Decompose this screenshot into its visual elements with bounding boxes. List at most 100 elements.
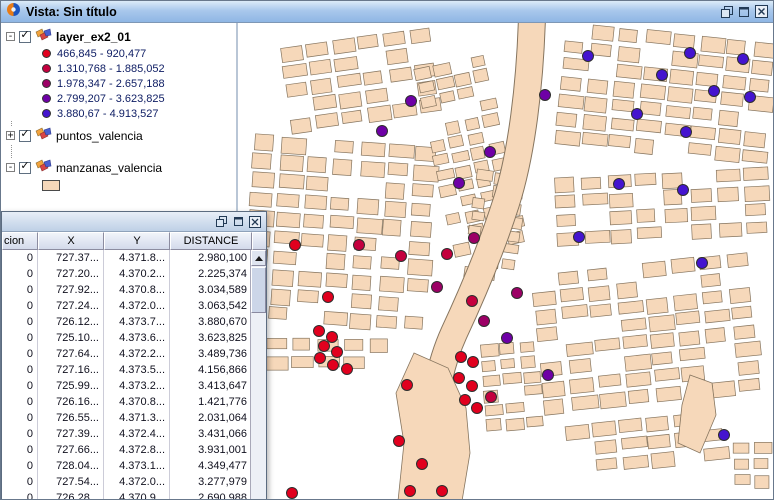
map-point (454, 373, 465, 384)
layer-name[interactable]: manzanas_valencia (56, 161, 162, 175)
legend-symbol-icon (42, 49, 51, 58)
table-row[interactable]: 0727.92...4.370.8...3.034,589 (2, 282, 250, 298)
table-row[interactable]: 0725.10...4.373.6...3.623,825 (2, 330, 250, 346)
expand-icon[interactable]: + (6, 131, 15, 140)
table-cell: 0 (2, 426, 38, 442)
scrollbar-thumb[interactable] (251, 267, 266, 313)
table-titlebar[interactable] (2, 212, 266, 232)
table-row[interactable]: 0727.39...4.372.4...3.431,066 (2, 426, 250, 442)
table-cell: 4.372.4... (104, 426, 170, 442)
table-row[interactable]: 0726.12...4.373.7...3.880,670 (2, 314, 250, 330)
table-scrollbar[interactable] (250, 250, 266, 500)
map-point (657, 70, 668, 81)
table-restore-button[interactable] (214, 215, 228, 229)
close-button[interactable] (754, 5, 768, 19)
check-icon: ✓ (20, 30, 29, 41)
layer-visibility-checkbox[interactable]: ✓ (19, 162, 31, 174)
table-cell: 727.39... (38, 426, 104, 442)
legend-item[interactable]: 3.880,67 - 4.913,527 (1, 106, 236, 121)
collapse-icon[interactable]: - (6, 32, 15, 41)
map-point (394, 436, 405, 447)
legend-item[interactable]: 2.799,207 - 3.623,825 (1, 91, 236, 106)
layer-visibility-checkbox[interactable]: ✓ (19, 130, 31, 142)
restore-button[interactable] (720, 5, 734, 19)
legend-symbol-icon (42, 64, 51, 73)
map-point (486, 392, 497, 403)
scroll-up-button[interactable] (251, 250, 266, 266)
map-point (681, 127, 692, 138)
layer-name[interactable]: puntos_valencia (56, 129, 143, 143)
table-cell: 725.99... (38, 378, 104, 394)
table-row[interactable]: 0727.16...4.373.5...4.156,866 (2, 362, 250, 378)
table-cell: 4.373.7... (104, 314, 170, 330)
map-point (472, 403, 483, 414)
view-window-titlebar[interactable]: Vista: Sin título (1, 1, 773, 23)
table-cell: 0 (2, 314, 38, 330)
map-point (342, 364, 353, 375)
map-point (319, 341, 330, 352)
table-cell: 0 (2, 394, 38, 410)
map-canvas[interactable] (238, 23, 773, 500)
table-cell: 727.24... (38, 298, 104, 314)
legend-item[interactable]: 1.978,347 - 2.657,188 (1, 76, 236, 91)
map-point (685, 48, 696, 59)
legend-item[interactable]: 466,845 - 920,477 (1, 46, 236, 61)
table-cell: 725.10... (38, 330, 104, 346)
map-point (614, 179, 625, 190)
maximize-button[interactable] (737, 5, 751, 19)
table-cell: 3.623,825 (170, 330, 250, 346)
map-point (709, 86, 720, 97)
table-cell: 0 (2, 298, 38, 314)
table-row[interactable]: 0726.28...4.370.9...2.690,988 (2, 490, 250, 500)
table-cell: 0 (2, 378, 38, 394)
table-row[interactable]: 0726.16...4.370.8...1.421,776 (2, 394, 250, 410)
map-point (632, 109, 643, 120)
map-view[interactable] (238, 23, 773, 500)
map-point (323, 292, 334, 303)
table-row[interactable]: 0727.37...4.371.8...2.980,100 (2, 250, 250, 266)
legend-item[interactable] (1, 177, 236, 193)
column-header-Y[interactable]: Y (104, 232, 170, 250)
table-row[interactable]: 0727.54...4.372.0...3.277,979 (2, 474, 250, 490)
toc-tree: -✓layer_ex2_01466,845 - 920,4771.310,768… (1, 27, 236, 193)
legend-range-label: 1.978,347 - 2.657,188 (57, 78, 165, 90)
table-row[interactable]: 0727.20...4.370.2...2.225,374 (2, 266, 250, 282)
map-point (437, 486, 448, 497)
legend-item[interactable]: 1.310,768 - 1.885,052 (1, 61, 236, 76)
map-point (315, 353, 326, 364)
layer-row-layer_ex2_01[interactable]: -✓ layer_ex2_01 (1, 27, 236, 46)
table-cell: 727.16... (38, 362, 104, 378)
table-cell: 3.880,670 (170, 314, 250, 330)
table-cell: 2.980,100 (170, 250, 250, 266)
layer-row-manzanas_valencia[interactable]: -✓ manzanas_valencia (1, 158, 236, 177)
column-header-X[interactable]: X (38, 232, 104, 250)
table-cell: 3.063,542 (170, 298, 250, 314)
table-cell: 727.37... (38, 250, 104, 266)
column-header-DISTANCE[interactable]: DISTANCE (170, 232, 252, 250)
table-row[interactable]: 0727.24...4.372.0...3.063,542 (2, 298, 250, 314)
table-close-button[interactable] (248, 215, 262, 229)
table-cell: 4.371.8... (104, 250, 170, 266)
layer-visibility-checkbox[interactable]: ✓ (19, 31, 31, 43)
table-row[interactable]: 0725.99...4.373.2...3.413,647 (2, 378, 250, 394)
table-cell: 727.66... (38, 442, 104, 458)
column-header-cion[interactable]: cion (2, 232, 38, 250)
table-row[interactable]: 0728.04...4.373.1...4.349,477 (2, 458, 250, 474)
table-cell: 4.370.8... (104, 394, 170, 410)
table-cell: 726.16... (38, 394, 104, 410)
table-cell: 4.372.0... (104, 474, 170, 490)
table-cell: 1.421,776 (170, 394, 250, 410)
table-row[interactable]: 0727.66...4.372.8...3.931,001 (2, 442, 250, 458)
map-point (512, 288, 523, 299)
collapse-icon[interactable]: - (6, 163, 15, 172)
layer-row-puntos_valencia[interactable]: + ✓ puntos_valencia (1, 126, 236, 145)
table-cell: 0 (2, 458, 38, 474)
table-cell: 4.373.6... (104, 330, 170, 346)
layer-name[interactable]: layer_ex2_01 (56, 30, 131, 44)
table-cell: 726.55... (38, 410, 104, 426)
table-cell: 4.372.8... (104, 442, 170, 458)
table-row[interactable]: 0727.64...4.372.2...3.489,736 (2, 346, 250, 362)
table-maximize-button[interactable] (231, 215, 245, 229)
table-cell: 0 (2, 410, 38, 426)
table-row[interactable]: 0726.55...4.371.3...2.031,064 (2, 410, 250, 426)
